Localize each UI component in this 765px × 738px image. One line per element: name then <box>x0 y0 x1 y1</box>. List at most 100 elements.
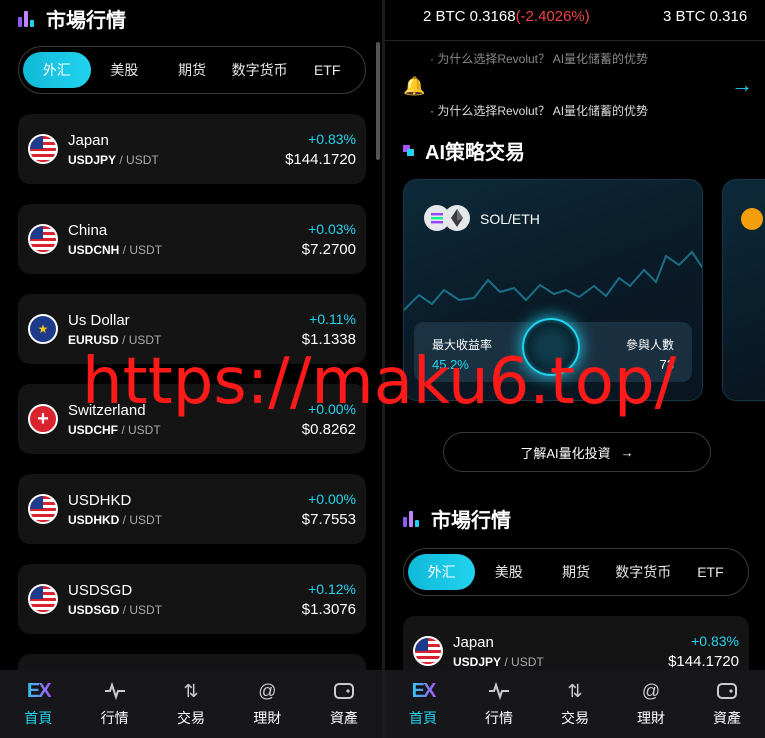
market-card[interactable]: Japan USDJPY / USDT +0.83% $144.1720 <box>18 114 366 184</box>
bar-chart-icon <box>18 10 36 27</box>
market-pair: USDHKD <box>68 512 120 527</box>
market-name: Us Dollar <box>68 311 130 329</box>
ai-strategy-card-next[interactable] <box>722 179 765 401</box>
market-quote: USDT <box>126 152 159 167</box>
strategy-pair: SOL/ETH <box>480 211 540 227</box>
nav-label: 交易 <box>561 710 589 726</box>
nav-label: 資產 <box>329 710 358 726</box>
pulse-icon <box>102 680 128 702</box>
nav-assets[interactable]: 資產 <box>689 670 765 738</box>
nav-trade[interactable]: ⇅ 交易 <box>153 670 229 738</box>
market-card[interactable]: Switzerland USDCHF / USDT +0.00% $0.8262 <box>18 384 366 454</box>
ticker-a-change: (-2.4026%) <box>515 8 590 25</box>
bar-chart-icon <box>403 510 421 527</box>
max-yield-label: 最大收益率 <box>432 338 493 352</box>
tab-crypto[interactable]: 数字货币 <box>610 554 677 590</box>
arrow-right-icon[interactable]: → <box>731 72 753 98</box>
us-flag-icon <box>413 636 443 666</box>
market-tabs: 外汇 美股 期货 数字货币 ETF <box>403 548 749 596</box>
nav-label: 行情 <box>100 710 129 726</box>
tab-us-stocks[interactable]: 美股 <box>91 52 159 88</box>
market-name: China <box>68 221 108 239</box>
market-card[interactable]: Us Dollar EURUSD / USDT +0.11% $1.1338 <box>18 294 366 364</box>
market-price: $144.1720 <box>285 150 356 168</box>
wallet-icon <box>331 680 357 702</box>
tab-futures[interactable]: 期货 <box>158 52 226 88</box>
ai-title-text: AI策略交易 <box>425 142 525 164</box>
market-title-text: 市場行情 <box>431 510 511 532</box>
market-name: Japan <box>68 131 109 149</box>
market-change: +0.03% <box>308 220 356 237</box>
announcement-prev: · 为什么选择Revolut？ AI量化储蓄的优势 <box>430 52 649 66</box>
market-section-title: 市場行情 <box>403 504 511 533</box>
swap-arrows-icon: ⇅ <box>567 680 583 701</box>
market-name: Japan <box>453 633 494 651</box>
market-section-title: 市場行情 <box>18 4 126 33</box>
ai-section-title: AI策略交易 <box>403 136 525 165</box>
market-quote: USDT <box>511 654 544 669</box>
market-pair: USDJPY <box>453 654 502 669</box>
market-name: USDSGD <box>68 581 133 599</box>
market-price: $7.2700 <box>301 240 356 258</box>
bottom-nav: EX 首頁 行情 ⇅ 交易 @ 理財 資產 <box>0 670 382 738</box>
market-quote: USDT <box>129 512 163 527</box>
arrow-right-icon: → <box>620 444 634 460</box>
nav-assets[interactable]: 資產 <box>306 670 382 738</box>
nav-markets[interactable]: 行情 <box>76 670 152 738</box>
announcement-bar[interactable]: · 为什么选择Revolut？ AI量化储蓄的优势 🔔 · 为什么选择Revol… <box>385 48 765 124</box>
ai-strategy-card[interactable]: SOL/ETH 最大收益率 45.2% 參與人數 73 <box>403 179 703 401</box>
max-yield-value: 45.2% <box>432 357 469 372</box>
eu-flag-icon <box>28 314 58 344</box>
nav-finance[interactable]: @ 理財 <box>229 670 305 738</box>
market-card[interactable]: USDSGD USDSGD / USDT +0.12% $1.3076 <box>18 564 366 634</box>
nav-markets[interactable]: 行情 <box>461 670 537 738</box>
market-price: $0.8262 <box>301 420 356 438</box>
market-pair: USDSGD <box>68 602 120 617</box>
scrollbar[interactable] <box>376 42 380 160</box>
market-change: +0.00% <box>308 400 356 417</box>
tab-us-stocks[interactable]: 美股 <box>475 554 542 590</box>
tab-etf[interactable]: ETF <box>293 52 361 88</box>
learn-ai-label: 了解AI量化投資 <box>520 445 611 461</box>
market-name: USDHKD <box>68 491 132 509</box>
us-flag-icon <box>28 584 58 614</box>
ex-logo-icon: EX <box>26 679 52 702</box>
tab-forex[interactable]: 外汇 <box>408 554 476 590</box>
market-quote: USDT <box>128 332 162 347</box>
nav-label: 資產 <box>713 710 741 726</box>
ex-logo-icon: EX <box>411 679 437 702</box>
market-pair: USDCHF <box>68 422 118 437</box>
nav-label: 理財 <box>637 710 665 726</box>
market-quote: USDT <box>128 422 161 437</box>
ticker-item-b: 3 BTC 0.316 <box>663 8 748 25</box>
left-screen: 市場行情 外汇 美股 期货 数字货币 ETF Japan USDJPY / US… <box>0 0 382 738</box>
ai-orb-icon <box>522 318 580 376</box>
market-card[interactable]: China USDCNH / USDT +0.03% $7.2700 <box>18 204 366 274</box>
nav-home[interactable]: EX 首頁 <box>0 670 76 738</box>
market-price: $1.1338 <box>301 330 356 348</box>
strategy-sparkline <box>404 250 702 311</box>
market-pair: EURUSD <box>68 332 119 347</box>
nav-label: 行情 <box>485 710 513 726</box>
coin-icon <box>741 208 763 230</box>
tab-crypto[interactable]: 数字货币 <box>226 52 294 88</box>
market-quote: USDT <box>129 602 163 617</box>
market-tabs: 外汇 美股 期货 数字货币 ETF <box>18 46 366 94</box>
market-card[interactable]: USDHKD USDHKD / USDT +0.00% $7.7553 <box>18 474 366 544</box>
tab-etf[interactable]: ETF <box>677 554 744 590</box>
us-flag-icon <box>28 134 58 164</box>
swap-arrows-icon: ⇅ <box>183 680 199 701</box>
nav-trade[interactable]: ⇅ 交易 <box>537 670 613 738</box>
bottom-nav: EX 首頁 行情 ⇅ 交易 @ 理財 資產 <box>385 670 765 738</box>
tab-forex[interactable]: 外汇 <box>23 52 91 88</box>
pulse-icon <box>486 680 512 702</box>
nav-home[interactable]: EX 首頁 <box>385 670 461 738</box>
market-pair: USDJPY <box>68 152 117 167</box>
learn-ai-button[interactable]: 了解AI量化投資 → <box>443 432 711 472</box>
tab-futures[interactable]: 期货 <box>542 554 609 590</box>
market-change: +0.11% <box>309 310 356 327</box>
header-divider <box>385 40 765 41</box>
nav-finance[interactable]: @ 理財 <box>613 670 689 738</box>
nav-label: 首頁 <box>24 710 53 726</box>
market-price: $7.7553 <box>301 510 356 528</box>
